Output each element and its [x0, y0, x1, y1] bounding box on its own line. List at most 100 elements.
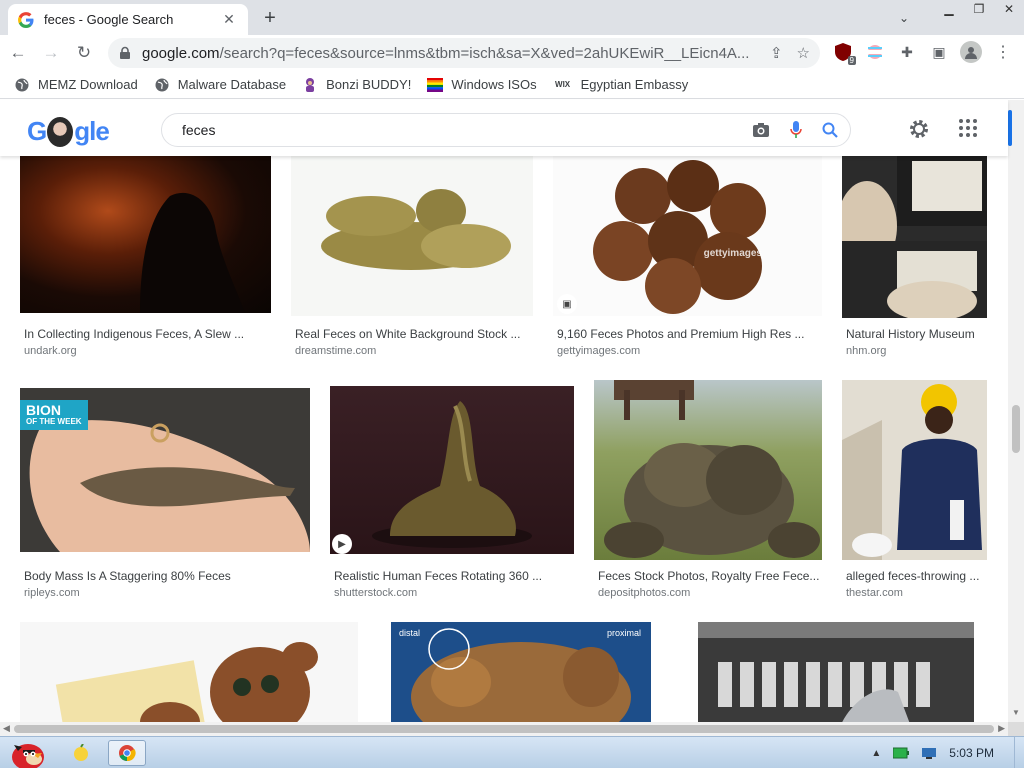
result-source[interactable]: nhm.org	[846, 345, 886, 357]
pride-extension-icon[interactable]	[864, 41, 886, 63]
result-thumbnail[interactable]	[842, 156, 987, 318]
new-tab-button[interactable]: +	[258, 6, 282, 30]
result-title[interactable]: Body Mass Is A Staggering 80% Feces	[24, 569, 310, 583]
start-button-angry-bird-icon[interactable]	[4, 737, 50, 768]
image-result[interactable]	[20, 622, 359, 722]
bookmark-windows-isos[interactable]: Windows ISOs	[427, 77, 537, 93]
bookmark-egyptian-embassy[interactable]: WIX Egyptian Embassy	[553, 77, 688, 93]
image-results-grid: In Collecting Indigenous Feces, A Slew .…	[0, 156, 1008, 722]
result-thumbnail[interactable]: distal proximal	[391, 622, 651, 722]
taskbar-lemon-app-icon[interactable]	[62, 740, 100, 766]
result-source[interactable]: ripleys.com	[24, 587, 80, 599]
address-bar[interactable]: google.com/search?q=feces&source=lnms&tb…	[108, 38, 820, 68]
scroll-right-arrow-icon[interactable]: ▶	[998, 723, 1005, 734]
scroll-down-arrow-icon[interactable]: ▼	[1012, 708, 1020, 717]
result-source[interactable]: gettyimages.com	[557, 345, 640, 357]
result-thumbnail[interactable]: ▶	[330, 386, 574, 554]
horizontal-scroll-thumb[interactable]	[14, 725, 994, 733]
result-title[interactable]: 9,160 Feces Photos and Premium High Res …	[557, 327, 819, 341]
search-icon[interactable]	[822, 122, 838, 138]
battery-icon[interactable]	[893, 747, 910, 759]
bookmark-star-icon[interactable]: ☆	[797, 44, 810, 62]
close-window-button[interactable]: ✕	[994, 0, 1024, 18]
ublock-extension-icon[interactable]: 9	[832, 41, 856, 65]
image-result[interactable]: Natural History Museum nhm.org	[842, 156, 988, 366]
result-thumbnail[interactable]: gettyimages ▣	[553, 156, 822, 316]
result-thumbnail[interactable]	[842, 380, 987, 560]
show-hidden-icons-arrow-icon[interactable]: ▲	[871, 748, 881, 759]
image-result[interactable]: BION OF THE WEEK Body Mass Is A Staggeri…	[20, 388, 311, 603]
browser-toolbar: ← → ↻ google.com/search?q=feces&source=l…	[0, 35, 1024, 71]
globe-icon	[154, 77, 170, 93]
extension-badge: 9	[847, 56, 856, 65]
result-title[interactable]: alleged feces-throwing ...	[846, 569, 988, 583]
bookmark-malware-db[interactable]: Malware Database	[154, 77, 286, 93]
scroll-left-arrow-icon[interactable]: ◀	[3, 723, 10, 734]
bookmark-bonzi[interactable]: Bonzi BUDDY!	[302, 77, 411, 93]
proximal-label: proximal	[606, 628, 641, 638]
doodle-portrait-image	[47, 116, 74, 147]
side-panel-indicator	[1008, 110, 1012, 146]
result-source[interactable]: dreamstime.com	[295, 345, 376, 357]
forward-button[interactable]: →	[36, 38, 66, 68]
reload-button[interactable]: ↻	[69, 38, 99, 68]
search-input[interactable]: feces	[182, 122, 752, 138]
google-apps-icon[interactable]	[958, 118, 978, 138]
image-result[interactable]	[698, 622, 975, 722]
image-result[interactable]: Feces Stock Photos, Royalty Free Fece...…	[594, 380, 823, 603]
image-result[interactable]: ▶ Realistic Human Feces Rotating 360 ...…	[330, 386, 575, 603]
chrome-menu-icon[interactable]: ⋮	[992, 41, 1014, 63]
extensions-puzzle-icon[interactable]: ✚	[896, 41, 918, 63]
google-doodle-logo[interactable]: G gle	[27, 116, 110, 147]
result-title[interactable]: Real Feces on White Background Stock ...	[295, 327, 533, 341]
bookmark-memz[interactable]: MEMZ Download	[14, 77, 138, 93]
result-thumbnail[interactable]	[291, 156, 533, 316]
profile-avatar-icon[interactable]	[960, 41, 982, 63]
tab-google-search[interactable]: feces - Google Search ✕	[8, 4, 248, 35]
image-result[interactable]: alleged feces-throwing ... thestar.com	[842, 380, 988, 603]
url-path: /search?q=feces&source=lnms&tbm=isch&sa=…	[219, 44, 750, 62]
result-source[interactable]: depositphotos.com	[598, 587, 690, 599]
url-text: google.com/search?q=feces&source=lnms&tb…	[142, 45, 760, 62]
restore-button[interactable]: ❐	[964, 0, 994, 18]
result-thumbnail[interactable]	[698, 622, 974, 722]
image-result[interactable]: In Collecting Indigenous Feces, A Slew .…	[20, 156, 272, 366]
result-thumbnail[interactable]	[594, 380, 822, 560]
share-icon[interactable]: ⇪	[770, 44, 783, 62]
vertical-scrollbar[interactable]: ▼	[1008, 100, 1024, 722]
result-thumbnail[interactable]	[20, 622, 358, 722]
horizontal-scrollbar[interactable]: ◀ ▶	[0, 722, 1008, 736]
taskbar-clock[interactable]: 5:03 PM	[949, 746, 994, 760]
tab-search-chevron-icon[interactable]: ⌄	[894, 8, 914, 28]
minimize-button[interactable]: ▁	[934, 0, 964, 18]
camera-search-icon[interactable]	[752, 122, 770, 138]
microphone-icon[interactable]	[790, 121, 802, 139]
image-result[interactable]: gettyimages ▣ 9,160 Feces Photos and Pre…	[553, 156, 823, 366]
video-play-icon[interactable]: ▶	[332, 534, 352, 554]
back-button[interactable]: ←	[3, 38, 33, 68]
show-desktop-button[interactable]	[1014, 737, 1024, 768]
image-result[interactable]: Real Feces on White Background Stock ...…	[291, 156, 534, 366]
image-result[interactable]: distal proximal	[391, 622, 652, 722]
vertical-scroll-thumb[interactable]	[1012, 405, 1020, 453]
google-header: G gle feces	[0, 100, 1008, 156]
network-icon[interactable]	[921, 746, 937, 760]
result-source[interactable]: shutterstock.com	[334, 587, 417, 599]
result-thumbnail[interactable]: BION OF THE WEEK	[20, 388, 310, 552]
taskbar-chrome-icon[interactable]	[108, 740, 146, 766]
side-panel-icon[interactable]: ▣	[928, 41, 950, 63]
result-title[interactable]: Feces Stock Photos, Royalty Free Fece...	[598, 569, 822, 583]
result-title[interactable]: In Collecting Indigenous Feces, A Slew .…	[24, 327, 272, 341]
globe-icon	[14, 77, 30, 93]
settings-gear-icon[interactable]	[908, 118, 930, 140]
extension-icons: 9 ✚ ▣ ⋮	[832, 41, 1014, 65]
result-title[interactable]: Natural History Museum	[846, 327, 988, 341]
tab-close-icon[interactable]: ✕	[220, 11, 238, 29]
result-thumbnail[interactable]	[20, 156, 271, 313]
result-source[interactable]: undark.org	[24, 345, 77, 357]
result-source[interactable]: thestar.com	[846, 587, 903, 599]
search-box[interactable]: feces	[161, 113, 851, 147]
result-title[interactable]: Realistic Human Feces Rotating 360 ...	[334, 569, 574, 583]
url-host: google.com	[142, 44, 220, 62]
search-box-actions	[752, 121, 838, 139]
